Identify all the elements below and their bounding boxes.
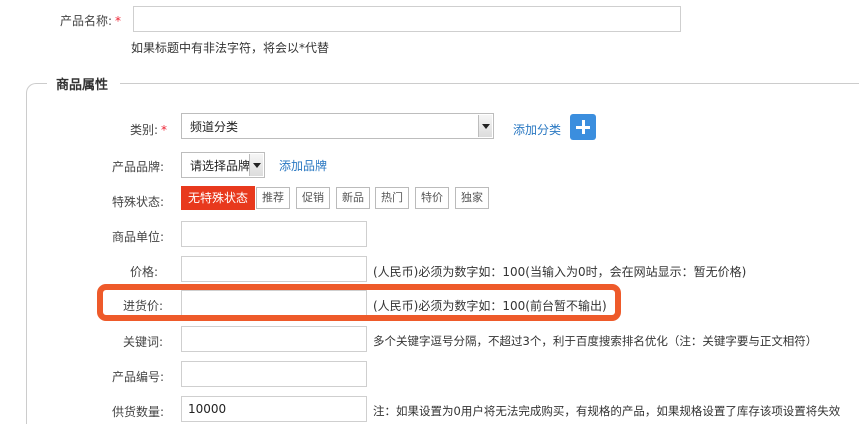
product-name-input[interactable] — [133, 6, 681, 32]
add-category-link[interactable]: 添加分类 — [513, 121, 561, 138]
status-option-none[interactable]: 无特殊状态 — [181, 186, 256, 210]
price-input[interactable] — [181, 256, 367, 282]
keywords-label: 关键词: — [123, 335, 164, 349]
supply-qty-hint: 注：如果设置为0用户将无法完成购买，有规格的产品，如果规格设置了库存该项设置将失… — [373, 404, 841, 418]
status-option-promotion[interactable]: 促销 — [296, 187, 330, 209]
fieldset-border-top — [120, 83, 859, 84]
brand-label: 产品品牌: — [112, 160, 165, 174]
category-label: 类别: * — [130, 123, 168, 137]
chevron-down-icon — [249, 154, 263, 176]
supply-qty-input[interactable] — [181, 396, 367, 422]
status-option-hot[interactable]: 热门 — [375, 187, 409, 209]
status-option-special-price[interactable]: 特价 — [415, 187, 449, 209]
chevron-down-icon — [478, 115, 492, 137]
category-select[interactable]: 频道分类 — [181, 113, 494, 139]
price-label: 价格: — [130, 265, 159, 279]
product-name-hint: 如果标题中有非法字符，将会以*代替 — [131, 41, 330, 55]
product-code-input[interactable] — [181, 361, 367, 387]
supply-qty-label: 供货数量: — [112, 405, 165, 419]
product-code-label: 产品编号: — [112, 370, 165, 384]
brand-select-value: 请选择品牌 — [190, 158, 251, 173]
keywords-hint: 多个关键字逗号分隔，不超过3个，利于百度搜索排名优化（注：关键字要与正文相符） — [373, 334, 818, 348]
product-name-label: 产品名称: * — [60, 14, 122, 28]
keywords-input[interactable] — [181, 326, 367, 352]
price-hint: (人民币)必须为数字如：100(当输入为0时，会在网站显示：暂无价格) — [373, 265, 747, 279]
required-mark: * — [115, 14, 122, 28]
highlight-annotation-box — [97, 284, 621, 321]
plus-icon[interactable] — [570, 114, 596, 140]
status-label: 特殊状态: — [112, 195, 165, 209]
brand-select[interactable]: 请选择品牌 — [181, 152, 265, 178]
status-option-new[interactable]: 新品 — [336, 187, 370, 209]
add-brand-link[interactable]: 添加品牌 — [279, 157, 327, 174]
fieldset-border-left — [26, 83, 47, 424]
unit-input[interactable] — [181, 221, 367, 247]
category-select-value: 频道分类 — [190, 119, 239, 134]
section-legend: 商品属性 — [50, 74, 115, 93]
status-option-recommend[interactable]: 推荐 — [256, 187, 290, 209]
unit-label: 商品单位: — [112, 230, 165, 244]
status-option-exclusive[interactable]: 独家 — [455, 187, 489, 209]
required-mark: * — [161, 123, 168, 137]
